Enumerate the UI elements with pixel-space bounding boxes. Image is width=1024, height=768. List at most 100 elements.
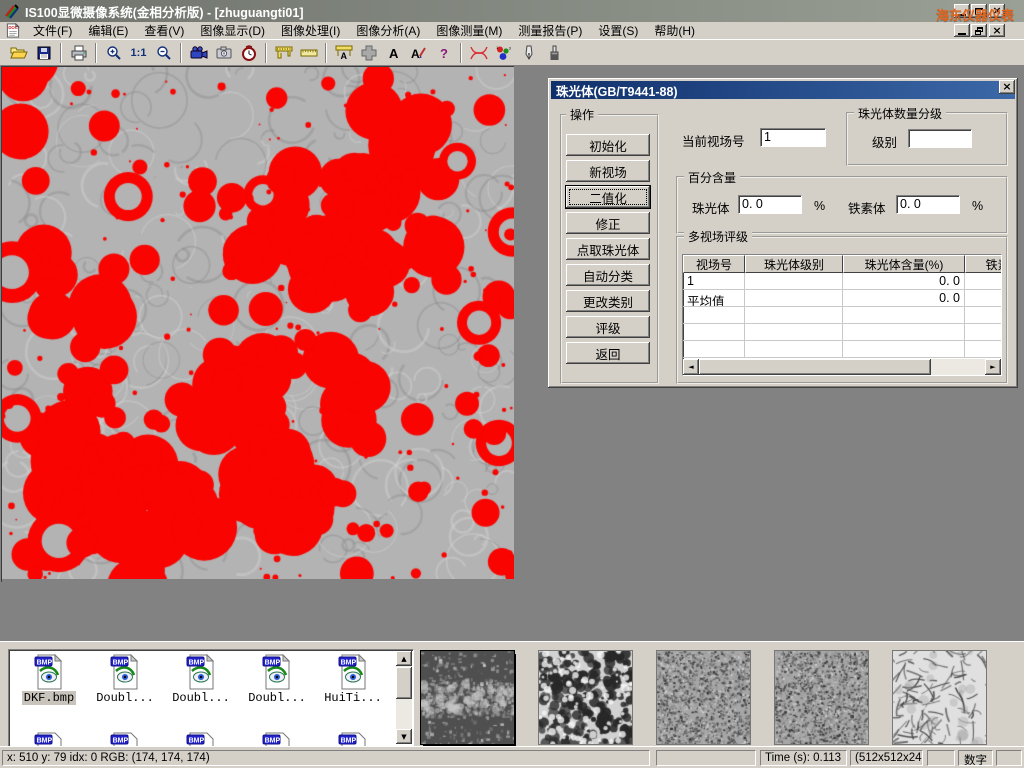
thumbnail-1[interactable] (421, 651, 514, 744)
help-icon[interactable]: ? (431, 42, 456, 64)
menu-image-display[interactable]: 图像显示(D) (192, 21, 273, 40)
svg-text:3: 3 (509, 45, 512, 50)
annotate-icon[interactable]: A (406, 42, 431, 64)
binarize-button[interactable]: 二值化 (566, 186, 650, 208)
pearlite-input[interactable]: 0. 0 (738, 195, 802, 214)
file-item[interactable]: BMP (11, 732, 87, 747)
svg-text:BMP: BMP (189, 659, 205, 666)
bmp-file-icon: BMP (338, 732, 368, 747)
close-button[interactable]: × (989, 4, 1005, 18)
merge-cross-icon[interactable] (356, 42, 381, 64)
menu-file[interactable]: 文件(F) (25, 21, 80, 40)
auto-measure-icon[interactable]: A (331, 42, 356, 64)
scroll-up-button[interactable]: ▲ (396, 651, 412, 666)
maximize-button[interactable] (971, 4, 987, 18)
thumbnail-2[interactable] (539, 651, 632, 744)
capture-camera-icon[interactable] (211, 42, 236, 64)
child-restore-button[interactable] (971, 24, 987, 37)
init-button[interactable]: 初始化 (566, 134, 650, 156)
thumbnail-5[interactable] (893, 651, 986, 744)
table-row[interactable] (683, 324, 1001, 341)
table-row[interactable]: 平均值 0. 0 (683, 290, 1001, 307)
menu-image-measure[interactable]: 图像测量(M) (428, 21, 510, 40)
open-file-icon[interactable] (6, 42, 31, 64)
file-list-vscrollbar[interactable]: ▲ ▼ (396, 651, 412, 744)
timer-icon[interactable] (236, 42, 261, 64)
table-row[interactable]: 1 0. 0 (683, 273, 1001, 290)
change-class-button[interactable]: 更改类别 (566, 290, 650, 312)
dialog-title: 珠光体(GB/T9441-88) (556, 81, 678, 100)
current-field-input[interactable]: 1 (760, 128, 826, 147)
minimize-button[interactable] (954, 4, 970, 18)
status-empty-3 (996, 750, 1022, 766)
menu-view[interactable]: 查看(V) (136, 21, 192, 40)
print-icon[interactable] (66, 42, 91, 64)
ferrite-input[interactable]: 0. 0 (896, 195, 960, 214)
zoom-in-icon[interactable] (101, 42, 126, 64)
file-item[interactable]: BMP Doubl... (239, 654, 315, 705)
ferrite-label: 铁素体 (848, 198, 886, 217)
cell (745, 273, 843, 290)
child-minimize-button[interactable] (954, 24, 970, 37)
file-item[interactable]: BMP HuiTi... (315, 654, 391, 705)
menu-settings[interactable]: 设置(S) (590, 21, 646, 40)
pick-pearlite-button[interactable]: 点取珠光体 (566, 238, 650, 260)
auto-classify-button[interactable]: 自动分类 (566, 264, 650, 286)
table-hscrollbar[interactable]: ◄ ► (683, 359, 1001, 375)
correct-button[interactable]: 修正 (566, 212, 650, 234)
thumbnail-3[interactable] (657, 651, 750, 744)
caliper-icon[interactable] (271, 42, 296, 64)
hscroll-thumb[interactable] (699, 359, 931, 375)
percent-group-label: 百分含量 (684, 169, 740, 186)
dialog-close-button[interactable]: × (999, 80, 1015, 94)
thumbnail-4[interactable] (775, 651, 868, 744)
file-item[interactable]: BMP Doubl... (87, 654, 163, 705)
child-close-button[interactable]: × (989, 24, 1005, 37)
scroll-left-button[interactable]: ◄ (683, 359, 699, 375)
cell (965, 324, 1002, 341)
toolbar-separator (180, 43, 182, 63)
svg-text:BMP: BMP (265, 659, 281, 666)
ruler-icon[interactable] (296, 42, 321, 64)
specimen-image[interactable] (2, 67, 514, 579)
text-label-icon[interactable]: A (381, 42, 406, 64)
col-field-no: 视场号 (683, 255, 745, 273)
file-item[interactable]: BMP (163, 732, 239, 747)
file-item[interactable]: BMP Doubl... (163, 654, 239, 705)
return-button[interactable]: 返回 (566, 342, 650, 364)
file-item[interactable]: BMP (315, 732, 391, 747)
classify-balls-icon[interactable]: 13 (491, 42, 516, 64)
file-item[interactable]: BMP (87, 732, 163, 747)
picker-pen-icon[interactable] (516, 42, 541, 64)
curve-tool-icon[interactable] (466, 42, 491, 64)
col-pearlite-grade: 珠光体级别 (745, 255, 843, 273)
vscroll-thumb[interactable] (396, 667, 412, 699)
menu-edit[interactable]: 编辑(E) (80, 21, 136, 40)
table-row[interactable] (683, 307, 1001, 324)
file-item[interactable]: BMP DKF.bmp (11, 654, 87, 705)
actual-size-icon[interactable]: 1:1 (126, 42, 151, 64)
menu-image-analysis[interactable]: 图像分析(A) (348, 21, 428, 40)
cell (843, 324, 965, 341)
menu-image-process[interactable]: 图像处理(I) (273, 21, 348, 40)
document-icon[interactable]: DOC (5, 23, 21, 38)
svg-text:A: A (389, 46, 399, 61)
bmp-file-icon: BMP (110, 654, 140, 690)
percent-group: 百分含量 珠光体 0. 0 % 铁素体 0. 0 % (676, 176, 1008, 234)
grade-input[interactable] (908, 129, 972, 148)
paint-brush-icon[interactable] (541, 42, 566, 64)
scroll-right-button[interactable]: ► (985, 359, 1001, 375)
menu-measure-report[interactable]: 测量报告(P) (510, 21, 590, 40)
cell (965, 341, 1002, 358)
video-camera-icon[interactable] (186, 42, 211, 64)
new-field-button[interactable]: 新视场 (566, 160, 650, 182)
table-row[interactable] (683, 341, 1001, 358)
grade-button[interactable]: 评级 (566, 316, 650, 338)
zoom-out-icon[interactable] (151, 42, 176, 64)
current-field-label: 当前视场号 (682, 131, 745, 150)
menu-help[interactable]: 帮助(H) (646, 21, 703, 40)
table-header-row: 视场号 珠光体级别 珠光体含量(%) 铁素体含量(%) (683, 255, 1001, 273)
file-item[interactable]: BMP (239, 732, 315, 747)
save-icon[interactable] (31, 42, 56, 64)
scroll-down-button[interactable]: ▼ (396, 729, 412, 744)
